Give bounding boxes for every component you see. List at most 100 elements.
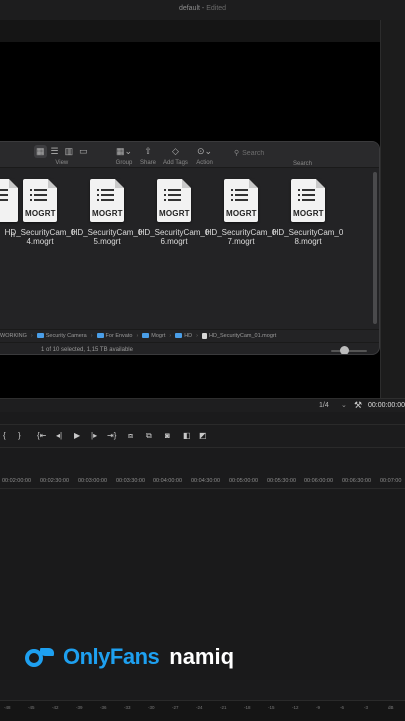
ruler-tick-label: 00:03:00:00: [78, 478, 108, 484]
ruler-tick-label: 00:04:00:00: [153, 478, 183, 484]
vertical-scrollbar[interactable]: [373, 172, 377, 324]
path-item[interactable]: Mogrt: [142, 333, 165, 339]
action-label: Action: [196, 160, 213, 166]
folder-icon: [142, 333, 150, 338]
folder-icon: [36, 333, 44, 338]
action-button[interactable]: ⊙⌄ Action: [195, 145, 214, 166]
meter-tick: -15: [268, 705, 275, 710]
group-button[interactable]: ▦⌄ Group: [114, 145, 134, 166]
camera-icon[interactable]: ◙: [165, 431, 170, 440]
file-type-tag: MOGRT: [159, 209, 190, 218]
watermark-brand: OnlyFans: [63, 644, 160, 669]
file-type-tag: MOGRT: [92, 209, 123, 218]
title-bar: default - Edited: [0, 0, 405, 20]
ruler-tick-label: 00:02:30:00: [40, 478, 70, 484]
ruler-tick-label: 00:04:30:00: [191, 478, 221, 484]
search-icon: ⚲: [234, 150, 240, 157]
step-back-icon[interactable]: ◂|: [56, 431, 62, 440]
share-button[interactable]: ⇧ Share: [140, 145, 156, 166]
path-item[interactable]: HD_SecurityCam_01.mogrt: [202, 332, 277, 339]
more-icon: ⊙⌄: [197, 146, 213, 156]
path-item-label: Security Camera: [45, 332, 87, 339]
mogrt-file-icon: MOGRT: [157, 179, 191, 222]
path-separator: ›: [196, 332, 198, 339]
mogrt-file-icon: MOGRT: [90, 179, 124, 222]
path-item[interactable]: WORKING: [0, 333, 27, 339]
go-to-in-icon[interactable]: {⇤: [37, 431, 46, 440]
step-forward-icon[interactable]: |▸: [91, 431, 97, 440]
viewer-toolbar: 1/4 ⌄ ⚒ 00:00:00:00: [0, 398, 405, 412]
search-input[interactable]: [242, 149, 353, 157]
marker-out-icon[interactable]: }: [18, 431, 21, 440]
file-name: HD_SecurityCam_05.mogrt: [71, 228, 143, 246]
search-label: Search: [293, 161, 313, 167]
add-tags-button[interactable]: ◇ Add Tags: [163, 145, 188, 166]
path-separator: ›: [169, 332, 172, 339]
gallery-icon[interactable]: ▭: [77, 145, 90, 158]
file-name: HD_SecurityCam_04.mogrt: [4, 228, 76, 246]
ruler-tick-label: 00:02:00:00: [2, 478, 32, 484]
play-icon[interactable]: ▶: [74, 431, 80, 440]
add-tags-label: Add Tags: [163, 160, 188, 166]
file-type-tag: MOGRT: [226, 209, 257, 218]
meter-tick: -24: [196, 705, 203, 710]
folder-icon: [175, 333, 183, 338]
compare-icon[interactable]: ◧: [183, 431, 191, 440]
file-item[interactable]: MOGRT HD_SecurityCam_06.mogrt: [139, 179, 209, 246]
window-title-text: default: [178, 5, 200, 12]
meter-tick: -18: [244, 705, 251, 710]
path-separator: ›: [90, 332, 93, 339]
file-item[interactable]: MOGRT HD_SecurityCam_07.mogrt: [206, 179, 276, 246]
selection-status: 1 of 10 selected, 1,15 TB available: [41, 347, 133, 353]
columns-icon[interactable]: ▥: [63, 145, 76, 158]
path-separator: ›: [136, 332, 139, 339]
meter-tick: dB: [388, 705, 394, 710]
audio-meter: -48 -45 -42 -39 -36 -33 -30 -27 -24 -21 …: [0, 700, 405, 721]
meter-tick: -39: [76, 705, 83, 710]
share-label: Share: [140, 160, 157, 166]
mogrt-file-icon: MOGRT: [23, 179, 57, 222]
path-item-label: HD_SecurityCam_01.mogrt: [209, 332, 277, 339]
path-item[interactable]: For Envato: [96, 333, 132, 339]
path-item[interactable]: Security Camera: [36, 332, 87, 339]
insert-icon[interactable]: ⧈: [128, 431, 133, 441]
timeline-ruler[interactable]: 00:02:00:00 00:02:30:00 00:03:00:00 00:0…: [0, 475, 405, 489]
file-item[interactable]: MOGRT HD_SecurityCam_04.mogrt: [5, 179, 75, 246]
page-indicator[interactable]: 1/4: [319, 402, 329, 409]
ruler-tick-label: 00:05:30:00: [267, 478, 297, 484]
meter-tick: -48: [4, 705, 11, 710]
path-bar: WORKING › Security Camera › For Envato ›…: [0, 329, 379, 341]
file-item[interactable]: MOGRT HD_SecurityCam_08.mogrt: [273, 179, 343, 246]
ruler-tick-label: 00:07:00: [380, 478, 402, 484]
folder-icon: [96, 333, 104, 338]
mogrt-file-icon: MOGRT: [224, 179, 258, 222]
grid-icon[interactable]: ▦: [34, 145, 47, 158]
meter-tick: -9: [316, 705, 321, 710]
path-item[interactable]: HD: [175, 333, 192, 339]
file-item[interactable]: MOGRT HD_SecurityCam_05.mogrt: [72, 179, 142, 246]
timecode-display: 00:00:00:00: [368, 402, 405, 409]
icon-size-slider[interactable]: [331, 350, 367, 352]
transport-controls: { } {⇤ ◂| ▶ |▸ ⇥} ⧈ ⧉ ◙ ◧ ◩: [0, 424, 405, 448]
viewer-header: [0, 20, 380, 42]
icon-size-slider-knob[interactable]: [340, 346, 349, 354]
search-box[interactable]: ⚲: [232, 147, 376, 159]
edited-indicator: Edited: [206, 5, 227, 12]
overwrite-icon[interactable]: ⧉: [146, 431, 152, 441]
file-name: HD_SecurityCam_06.mogrt: [138, 228, 210, 246]
marker-in-icon[interactable]: {: [3, 431, 6, 440]
file-name: HD_SecurityCam_07.mogrt: [205, 228, 277, 246]
file-type-tag: MOGRT: [25, 209, 56, 218]
wrench-icon[interactable]: ⚒: [354, 400, 362, 411]
path-separator: ›: [30, 332, 33, 339]
watermark-user: namiq: [169, 644, 235, 669]
mogrt-file-icon: MOGRT: [291, 179, 325, 222]
chevron-down-icon[interactable]: ⌄: [341, 401, 347, 409]
compare-alt-icon[interactable]: ◩: [199, 431, 207, 440]
path-item-label: WORKING: [0, 332, 27, 339]
meter-tick: -36: [100, 705, 107, 710]
list-icon[interactable]: ☰: [49, 145, 61, 158]
go-to-out-icon[interactable]: ⇥}: [107, 431, 116, 440]
view-label: View: [55, 160, 69, 166]
ruler-tick-label: 00:06:00:00: [304, 478, 334, 484]
